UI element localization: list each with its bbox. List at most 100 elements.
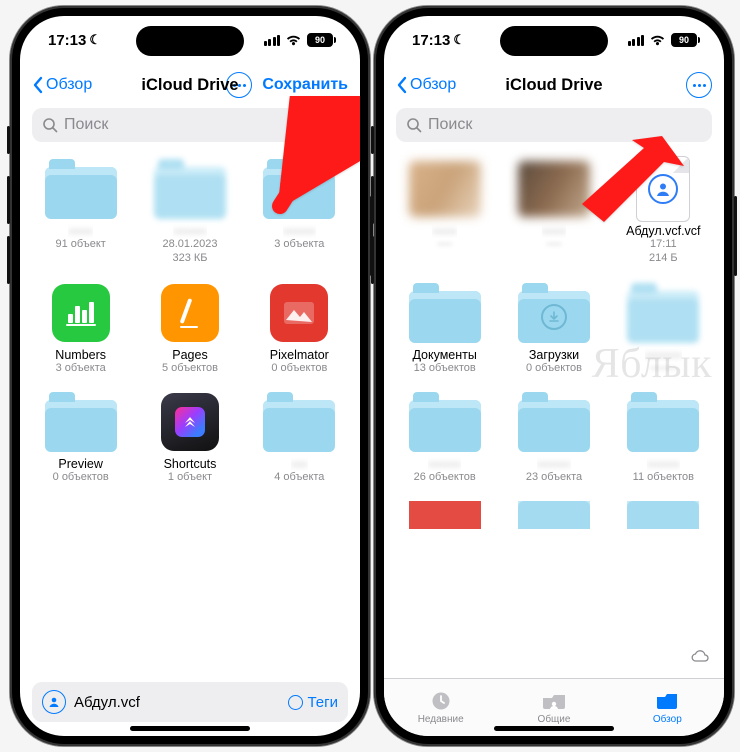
dynamic-island [136, 26, 244, 56]
item-sub2: 323 КБ [172, 252, 207, 266]
item-sub: 5 объектов [162, 362, 218, 376]
download-badge-icon [541, 304, 567, 330]
app-folder-numbers[interactable]: Numbers 3 объекта [28, 276, 133, 378]
phone-frame-right: 17:13 ☾ 90 Обзор iCloud Drive [374, 6, 734, 746]
tab-recent[interactable]: Недавние [384, 679, 497, 736]
pixelmator-app-icon [270, 284, 328, 342]
battery-icon: 90 [307, 33, 336, 47]
folder-icon [409, 400, 481, 452]
clock-icon [428, 690, 454, 712]
item-name-hidden: -------- [173, 224, 206, 238]
do-not-disturb-icon: ☾ [453, 32, 465, 48]
item-name-hidden: -------- [428, 457, 461, 471]
back-button[interactable]: Обзор [396, 76, 456, 94]
file-grid[interactable]: ------ 91 объект -------- 28.01.2023 323… [20, 148, 360, 736]
folder-item[interactable] [501, 495, 606, 531]
chevron-left-icon [32, 76, 44, 94]
item-name: Загрузки [529, 348, 579, 362]
chevron-left-icon [396, 76, 408, 94]
item-sub: 3 объекта [274, 238, 324, 252]
tag-icon [288, 695, 303, 710]
item-name: Документы [412, 348, 476, 362]
item-name: Pixelmator [270, 348, 329, 362]
item-name: Shortcuts [164, 457, 217, 471]
folder-icon [627, 291, 699, 343]
file-name: Абдул.vcf [74, 694, 280, 711]
app-folder-pages[interactable]: Pages 5 объектов [137, 276, 242, 378]
file-grid[interactable]: ------ ---- ------ ---- Абдул.vcf.vcf 17 [384, 148, 724, 678]
item-name-hidden: -------- [537, 457, 570, 471]
back-button[interactable]: Обзор [32, 76, 92, 94]
screen-right: 17:13 ☾ 90 Обзор iCloud Drive [384, 16, 724, 736]
item-sub: 26 объектов [414, 471, 476, 485]
contact-icon [648, 174, 678, 204]
folder-icon [45, 400, 117, 452]
folder-icon [409, 291, 481, 343]
item-name-hidden: -------- [647, 457, 680, 471]
folder-icon [627, 400, 699, 452]
contact-file-icon [42, 690, 66, 714]
status-time: 17:13 [412, 32, 450, 49]
shared-folder-icon [540, 690, 568, 712]
home-indicator[interactable] [494, 726, 614, 731]
item-sub2: 214 Б [649, 252, 678, 266]
cellular-icon [628, 35, 645, 46]
folder-icon [518, 400, 590, 452]
folder-icon [518, 291, 590, 343]
folder-icon [518, 501, 590, 529]
item-sub: 0 объектов [526, 362, 582, 376]
search-icon [406, 117, 422, 133]
item-name: Numbers [55, 348, 106, 362]
folder-item[interactable]: -------- 26 объектов [392, 385, 497, 487]
item-sub: 1 объект [168, 471, 212, 485]
folder-item[interactable]: ------ 91 объект [28, 152, 133, 268]
search-placeholder: Поиск [64, 116, 108, 134]
folder-documents[interactable]: Документы 13 объектов [392, 276, 497, 378]
wifi-icon [649, 34, 666, 46]
image-item[interactable]: ------ ---- [501, 152, 606, 268]
folder-preview[interactable]: Preview 0 объектов [28, 385, 133, 487]
item-name-hidden: -------- [283, 224, 316, 238]
tags-button[interactable]: Теги [288, 694, 338, 711]
folder-item[interactable] [392, 495, 497, 531]
folder-item[interactable]: -------- 28.01.2023 323 КБ [137, 152, 242, 268]
item-sub: 0 объектов [271, 362, 327, 376]
document-icon [636, 156, 690, 222]
folder-downloads[interactable]: Загрузки 0 объектов [501, 276, 606, 378]
battery-icon: 90 [671, 33, 700, 47]
folder-icon [627, 501, 699, 529]
numbers-app-icon [52, 284, 110, 342]
image-item[interactable]: ------ ---- [392, 152, 497, 268]
item-name: Preview [58, 457, 102, 471]
vcf-file-item[interactable]: Абдул.vcf.vcf 17:11 214 Б [611, 152, 716, 268]
item-name-hidden: ------ [68, 224, 93, 238]
folder-item[interactable]: -------- 11 объектов [611, 385, 716, 487]
item-name-hidden: --------- [645, 348, 682, 362]
search-input[interactable]: Поиск [396, 108, 712, 142]
folder-item[interactable]: -------- 3 объекта [247, 152, 352, 268]
shortcuts-app-icon [161, 393, 219, 451]
back-label: Обзор [46, 76, 92, 94]
item-name-hidden: ------ [432, 224, 457, 238]
folder-item[interactable]: --------- ------- [611, 276, 716, 378]
page-title: iCloud Drive [141, 76, 238, 95]
home-indicator[interactable] [130, 726, 250, 731]
tab-browse[interactable]: Обзор [611, 679, 724, 736]
item-sub: 13 объектов [414, 362, 476, 376]
app-folder-pixelmator[interactable]: Pixelmator 0 объектов [247, 276, 352, 378]
item-sub: 3 объекта [56, 362, 106, 376]
app-folder-shortcuts[interactable]: Shortcuts 1 объект [137, 385, 242, 487]
search-placeholder: Поиск [428, 116, 472, 134]
save-button[interactable]: Сохранить [262, 76, 348, 94]
item-name: Pages [172, 348, 207, 362]
folder-icon [45, 167, 117, 219]
item-sub: 23 объекта [526, 471, 582, 485]
folder-item[interactable] [611, 495, 716, 531]
folder-item[interactable]: ---- 4 объекта [247, 385, 352, 487]
phone-frame-left: 17:13 ☾ 90 Обзор iCloud Drive [10, 6, 370, 746]
folder-item[interactable]: -------- 23 объекта [501, 385, 606, 487]
search-input[interactable]: Поиск [32, 108, 348, 142]
more-button[interactable] [686, 72, 712, 98]
file-to-save-bar[interactable]: Абдул.vcf Теги [32, 682, 348, 722]
image-thumb [518, 161, 590, 217]
